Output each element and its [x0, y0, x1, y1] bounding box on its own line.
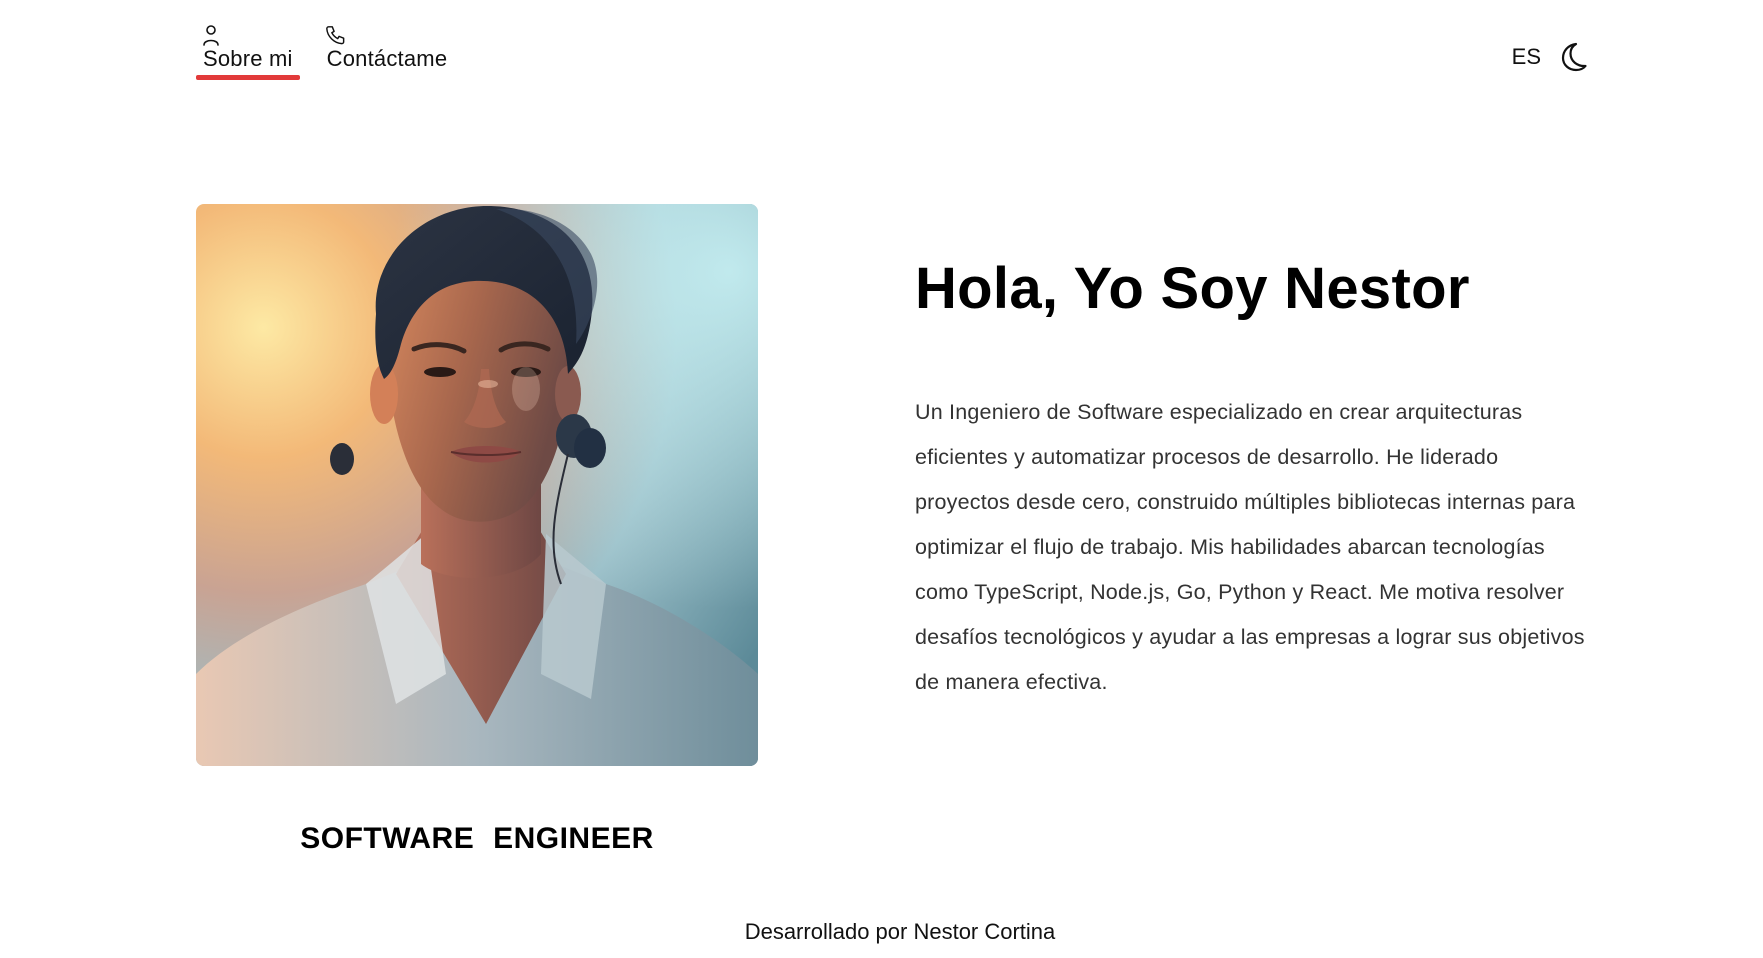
- nav-item-contactame[interactable]: Contáctame: [320, 24, 455, 80]
- header-actions: ES: [1512, 40, 1589, 74]
- moon-icon[interactable]: [1555, 40, 1589, 74]
- nav-item-label: Contáctame: [326, 46, 448, 71]
- main-nav: Sobre mi Contáctame: [196, 24, 454, 80]
- nav-item-label: Sobre mi: [203, 46, 293, 71]
- user-icon: [203, 25, 219, 46]
- profile-photo: [196, 204, 758, 766]
- intro-section: Hola, Yo Soy Nestor Un Ingeniero de Soft…: [915, 254, 1595, 705]
- site-header: Sobre mi Contáctame ES: [0, 0, 1763, 110]
- language-switch[interactable]: ES: [1512, 41, 1541, 73]
- footer-credit: Desarrollado por Nestor Cortina: [744, 919, 1056, 944]
- nav-item-sobre-mi[interactable]: Sobre mi: [196, 24, 300, 80]
- active-indicator: [196, 75, 300, 80]
- role-title: SOFTWARE ENGINEER: [300, 822, 654, 855]
- phone-icon: [325, 26, 345, 45]
- bio-paragraph: Un Ingeniero de Software especializado e…: [915, 400, 1585, 694]
- page-title: Hola, Yo Soy Nestor: [915, 256, 1470, 321]
